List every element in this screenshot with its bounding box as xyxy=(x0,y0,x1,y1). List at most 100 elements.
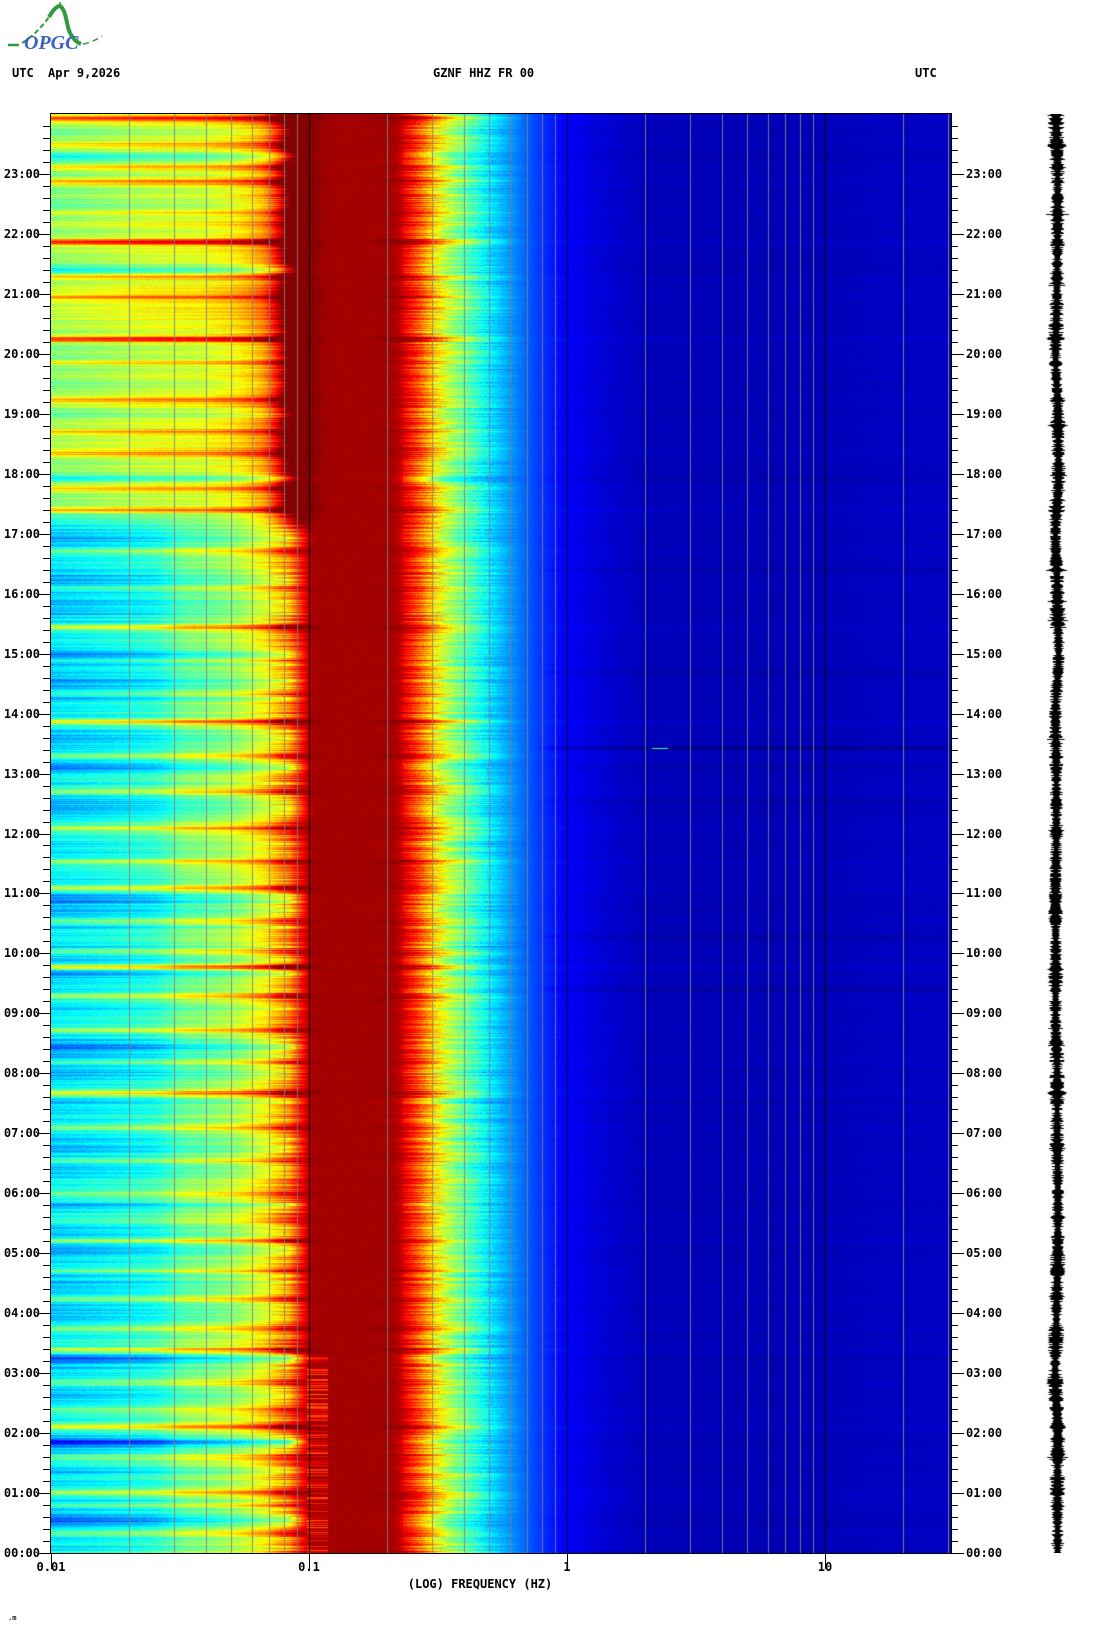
tick-mark xyxy=(43,1205,51,1206)
tick-mark xyxy=(43,342,51,343)
time-label-right: 18:00 xyxy=(966,467,1003,481)
tick-mark xyxy=(951,1313,964,1314)
tick-mark xyxy=(43,762,51,763)
tick-mark xyxy=(951,486,958,487)
tick-mark xyxy=(951,977,958,978)
tick-mark xyxy=(951,845,958,846)
time-label-right: 11:00 xyxy=(966,886,1003,900)
time-label-left: 02:00 xyxy=(3,1426,40,1440)
date-label: Apr 9,2026 xyxy=(48,66,121,80)
tick-mark xyxy=(951,474,964,475)
time-label-right: 05:00 xyxy=(966,1246,1003,1260)
tick-mark xyxy=(43,186,51,187)
tick-mark xyxy=(43,630,51,631)
time-label-right: 12:00 xyxy=(966,827,1003,841)
tick-mark xyxy=(43,941,51,942)
tick-mark xyxy=(951,1049,958,1050)
tick-mark xyxy=(43,822,51,823)
tick-mark xyxy=(43,1025,51,1026)
tick-mark xyxy=(951,834,964,835)
tick-mark xyxy=(951,1385,958,1386)
tick-mark xyxy=(951,126,958,127)
time-label-left: 03:00 xyxy=(3,1366,40,1380)
tick-mark xyxy=(43,977,51,978)
tick-mark xyxy=(951,941,958,942)
tick-mark xyxy=(951,1289,958,1290)
tick-mark xyxy=(951,738,958,739)
tick-mark xyxy=(951,390,958,391)
tick-mark xyxy=(951,234,964,235)
tick-mark xyxy=(43,1325,51,1326)
tick-mark xyxy=(43,606,51,607)
tick-mark xyxy=(951,210,958,211)
tick-mark xyxy=(951,1001,958,1002)
tick-mark xyxy=(951,881,958,882)
time-label-right: 20:00 xyxy=(966,347,1003,361)
tick-mark xyxy=(43,1217,51,1218)
tick-mark xyxy=(43,1145,51,1146)
tick-mark xyxy=(43,450,51,451)
freq-tick-label: 10 xyxy=(817,1560,833,1574)
tick-mark xyxy=(951,1421,958,1422)
tick-mark xyxy=(43,786,51,787)
tick-mark xyxy=(951,1193,964,1194)
tick-mark xyxy=(951,857,958,858)
freq-tick-label: 1 xyxy=(563,1560,571,1574)
tick-mark xyxy=(43,462,51,463)
tick-mark xyxy=(951,1073,964,1074)
time-label-left: 19:00 xyxy=(3,407,40,421)
time-label-right: 08:00 xyxy=(966,1066,1003,1080)
tick-mark xyxy=(951,1469,958,1470)
tick-mark xyxy=(43,989,51,990)
tick-mark xyxy=(43,306,51,307)
tick-mark xyxy=(951,1553,964,1554)
tick-mark xyxy=(43,666,51,667)
tick-mark xyxy=(43,426,51,427)
time-label-left: 05:00 xyxy=(3,1246,40,1260)
time-label-left: 13:00 xyxy=(3,767,40,781)
opgc-logo: OPGC xyxy=(8,2,103,54)
tick-mark xyxy=(43,917,51,918)
tick-mark xyxy=(951,822,958,823)
tick-mark xyxy=(951,1529,958,1530)
tick-mark xyxy=(951,869,958,870)
tick-mark xyxy=(43,546,51,547)
tick-mark xyxy=(43,1001,51,1002)
tick-mark xyxy=(951,450,958,451)
tick-mark xyxy=(951,1169,958,1170)
tick-mark xyxy=(951,198,958,199)
tick-mark xyxy=(43,1337,51,1338)
tick-mark xyxy=(43,1049,51,1050)
tick-mark xyxy=(951,462,958,463)
tick-mark xyxy=(951,1445,958,1446)
tick-mark xyxy=(43,1085,51,1086)
tick-mark xyxy=(43,881,51,882)
tick-mark xyxy=(43,965,51,966)
time-label-left: 21:00 xyxy=(3,287,40,301)
tick-mark xyxy=(43,150,51,151)
tick-mark xyxy=(951,1361,958,1362)
tick-mark xyxy=(43,1121,51,1122)
tick-mark xyxy=(951,618,958,619)
tick-mark xyxy=(951,1181,958,1182)
tick-mark xyxy=(951,1373,964,1374)
tick-mark xyxy=(43,570,51,571)
tick-mark xyxy=(43,678,51,679)
tick-mark xyxy=(43,510,51,511)
time-label-right: 13:00 xyxy=(966,767,1003,781)
time-label-right: 02:00 xyxy=(966,1426,1003,1440)
tick-mark xyxy=(43,618,51,619)
tick-mark xyxy=(951,522,958,523)
seismogram-trace-canvas xyxy=(1038,114,1076,1553)
tick-mark xyxy=(43,738,51,739)
tick-mark xyxy=(951,774,964,775)
tick-mark xyxy=(43,1385,51,1386)
tick-mark xyxy=(43,1457,51,1458)
tick-mark xyxy=(951,989,958,990)
tick-mark xyxy=(951,1157,958,1158)
tick-mark xyxy=(951,1241,958,1242)
tick-mark xyxy=(951,702,958,703)
time-label-left: 20:00 xyxy=(3,347,40,361)
tick-mark xyxy=(43,270,51,271)
tick-mark xyxy=(951,1013,964,1014)
